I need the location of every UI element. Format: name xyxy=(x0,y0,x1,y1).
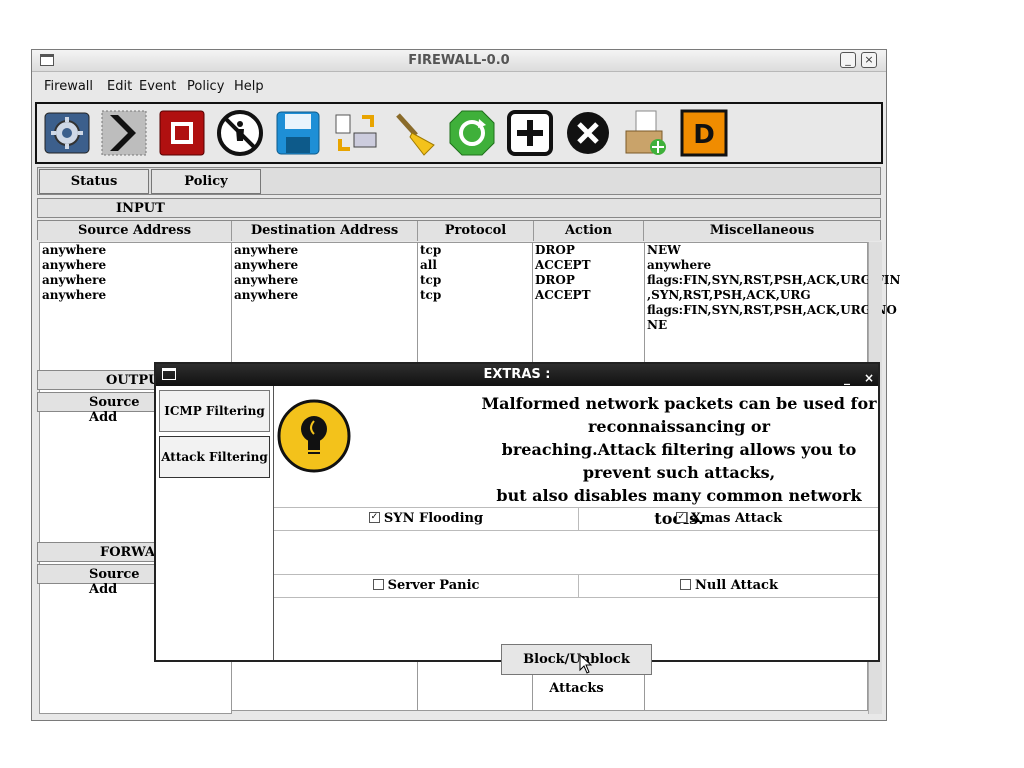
description-line: Malformed network packets can be used fo… xyxy=(481,394,877,436)
list-item[interactable]: flags:FIN,SYN,RST,PSH,ACK,URG/FIN xyxy=(645,273,900,288)
list-item[interactable]: NE xyxy=(645,318,867,333)
list-item[interactable]: anywhere xyxy=(645,258,867,273)
list-item[interactable]: anywhere xyxy=(40,288,231,303)
column-protocol[interactable]: Protocol xyxy=(418,221,534,241)
d-icon[interactable]: D xyxy=(680,109,728,157)
clean-brush-icon[interactable] xyxy=(390,109,438,157)
dialog-side-tabs: ICMP Filtering Attack Filtering xyxy=(156,386,274,660)
extras-dialog: EXTRAS : _ × ICMP Filtering Attack Filte… xyxy=(154,362,880,696)
delete-icon[interactable] xyxy=(564,109,612,157)
list-item[interactable]: ,SYN,RST,PSH,ACK,URG xyxy=(645,288,867,303)
column-action[interactable]: Action xyxy=(534,221,644,241)
list-item[interactable]: anywhere xyxy=(40,273,231,288)
list-item[interactable]: anywhere xyxy=(232,258,417,273)
column-source-address[interactable]: Source Address xyxy=(38,221,232,241)
syn-flooding-checkbox[interactable]: ✓ xyxy=(368,512,380,523)
window-title: FIREWALL-0.0 xyxy=(408,53,510,68)
list-item[interactable]: anywhere xyxy=(232,288,417,303)
window-titlebar[interactable]: FIREWALL-0.0 _ × xyxy=(32,50,886,72)
list-item[interactable]: all xyxy=(418,258,532,273)
forward-section-title: FORWA xyxy=(100,545,155,560)
dialog-title: EXTRAS : xyxy=(483,367,551,382)
dialog-titlebar[interactable]: EXTRAS : _ × xyxy=(156,364,878,386)
play-icon[interactable] xyxy=(100,109,148,157)
column-miscellaneous[interactable]: Miscellaneous xyxy=(644,221,880,241)
close-button[interactable]: × xyxy=(861,52,877,68)
options-row: Server Panic Null Attack xyxy=(274,574,878,598)
save-icon[interactable] xyxy=(274,109,322,157)
output-section-title: OUTPU xyxy=(106,373,160,388)
no-access-icon[interactable] xyxy=(216,109,264,157)
list-item[interactable]: NEW xyxy=(645,243,867,258)
list-item[interactable]: anywhere xyxy=(232,273,417,288)
add-icon[interactable] xyxy=(506,109,554,157)
tab-attack-filtering[interactable]: Attack Filtering xyxy=(159,436,270,478)
server-panic-checkbox[interactable] xyxy=(372,579,384,590)
main-tab-bar: Status Policy xyxy=(37,167,881,195)
mouse-cursor-icon xyxy=(579,654,593,674)
null-attack-label: Null Attack xyxy=(695,578,778,593)
server-panic-option[interactable]: Server Panic xyxy=(274,575,579,597)
menu-policy[interactable]: Policy xyxy=(187,79,224,94)
list-item[interactable]: DROP xyxy=(533,243,644,258)
menu-help[interactable]: Help xyxy=(234,79,264,94)
dialog-menu-icon[interactable] xyxy=(162,368,176,380)
list-item[interactable]: tcp xyxy=(418,273,532,288)
list-item[interactable]: anywhere xyxy=(232,243,417,258)
input-section-title: INPUT xyxy=(116,201,165,216)
tab-status[interactable]: Status xyxy=(39,169,149,194)
forward-column-source[interactable]: Source Add xyxy=(89,567,156,597)
forward-section-header: FORWA xyxy=(37,542,157,562)
xmas-attack-option[interactable]: ✓ Xmas Attack xyxy=(579,508,879,530)
null-attack-checkbox[interactable] xyxy=(680,579,692,590)
syn-flooding-option[interactable]: ✓ SYN Flooding xyxy=(274,508,579,530)
stop-icon[interactable] xyxy=(158,109,206,157)
toolbar: D xyxy=(35,102,883,164)
minimize-button[interactable]: _ xyxy=(840,52,856,68)
input-section-header: INPUT xyxy=(37,198,881,218)
list-item[interactable]: tcp xyxy=(418,243,532,258)
xmas-attack-checkbox[interactable]: ✓ xyxy=(675,512,687,523)
options-row: ✓ SYN Flooding ✓ Xmas Attack xyxy=(274,507,878,531)
lightbulb-icon xyxy=(277,399,351,473)
list-item[interactable]: ACCEPT xyxy=(533,288,644,303)
list-item[interactable]: DROP xyxy=(533,273,644,288)
server-panic-label: Server Panic xyxy=(387,578,480,593)
output-section-header: OUTPU xyxy=(37,370,160,390)
menu-bar: Firewall Edit Event Policy Help xyxy=(32,72,886,100)
list-item[interactable]: flags:FIN,SYN,RST,PSH,ACK,URG/NO xyxy=(645,303,897,318)
input-column-headers: Source Address Destination Address Proto… xyxy=(37,220,881,241)
transfer-icon[interactable] xyxy=(332,109,380,157)
menu-event[interactable]: Event xyxy=(139,79,176,94)
null-attack-option[interactable]: Null Attack xyxy=(579,575,879,597)
block-unblock-attacks-button[interactable]: Block/Unblock Attacks xyxy=(501,644,652,696)
refresh-icon[interactable] xyxy=(448,109,496,157)
list-item[interactable]: anywhere xyxy=(40,243,231,258)
menu-firewall[interactable]: Firewall xyxy=(44,79,93,94)
xmas-attack-label: Xmas Attack xyxy=(690,511,783,526)
list-item[interactable]: anywhere xyxy=(40,258,231,273)
forward-column-header: Source Add xyxy=(37,564,157,597)
menu-edit[interactable]: Edit xyxy=(107,79,132,94)
description-line: breaching.Attack filtering allows you to… xyxy=(501,440,857,482)
settings-icon[interactable] xyxy=(43,109,91,157)
syn-flooding-label: SYN Flooding xyxy=(383,511,484,526)
add-package-icon[interactable] xyxy=(622,109,670,157)
output-column-header: Source Add xyxy=(37,392,157,425)
tab-policy[interactable]: Policy xyxy=(151,169,261,194)
list-item[interactable]: ACCEPT xyxy=(533,258,644,273)
svg-text:D: D xyxy=(693,120,715,150)
output-column-source[interactable]: Source Add xyxy=(89,395,156,425)
list-item[interactable]: tcp xyxy=(418,288,532,303)
attack-filtering-panel: Malformed network packets can be used fo… xyxy=(274,386,878,696)
tab-icmp-filtering[interactable]: ICMP Filtering xyxy=(159,390,270,432)
column-destination-address[interactable]: Destination Address xyxy=(232,221,418,241)
